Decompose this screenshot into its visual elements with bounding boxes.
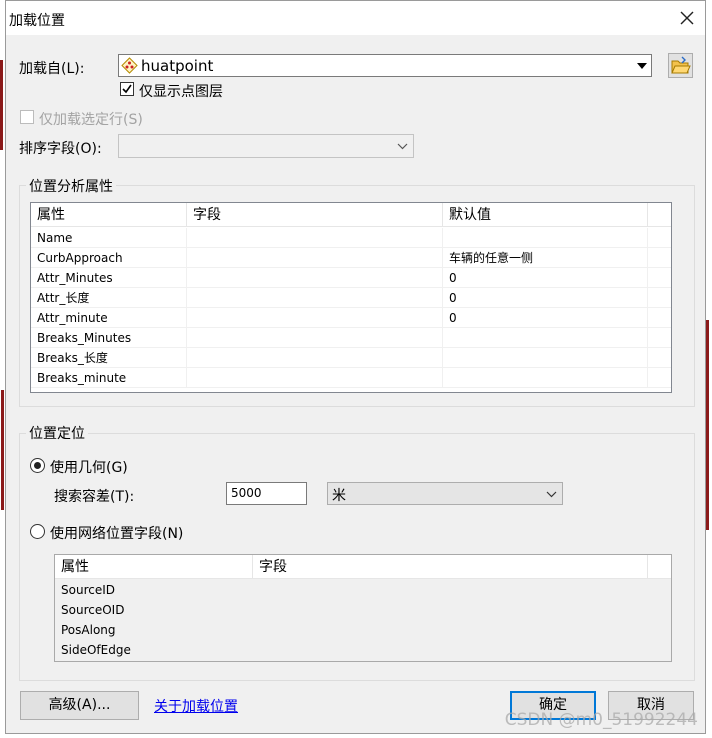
cell-field[interactable] <box>187 328 443 348</box>
use-network-label: 使用网络位置字段(N) <box>50 526 184 542</box>
table-row[interactable]: Name <box>31 228 671 248</box>
cell-property: CurbApproach <box>31 248 187 268</box>
cell-property: Attr_Minutes <box>31 268 187 288</box>
cell-default[interactable]: 0 <box>443 288 648 308</box>
cell-property: Breaks_长度 <box>31 348 187 368</box>
only-points-checkbox[interactable] <box>120 82 134 96</box>
load-from-label: 加载自(L): <box>19 61 85 77</box>
only-selected-checkbox[interactable] <box>20 110 34 124</box>
cell-field[interactable] <box>187 368 443 388</box>
location-position-title: 位置定位 <box>26 423 88 443</box>
dropdown-arrow-icon[interactable] <box>637 63 647 70</box>
cell-property: Attr_minute <box>31 308 187 328</box>
cell-field[interactable] <box>187 268 443 288</box>
table-row[interactable]: PosAlong <box>55 620 671 640</box>
title-bar: 加载位置 <box>6 1 705 35</box>
grid-header: 属性 字段 默认值 <box>31 203 671 227</box>
cell-default[interactable] <box>443 328 648 348</box>
point-layer-icon <box>121 57 138 74</box>
cell-property: Name <box>31 228 187 248</box>
cell-field[interactable] <box>253 640 648 660</box>
cell-property: SourceOID <box>61 603 125 617</box>
cell-field[interactable] <box>187 348 443 368</box>
table-row[interactable]: Attr_minute 0 <box>31 308 671 328</box>
column-header-property[interactable]: 属性 <box>55 555 253 579</box>
cell-default[interactable] <box>443 368 648 388</box>
only-selected-label: 仅加载选定行(S) <box>39 112 143 128</box>
sort-field-combo[interactable] <box>118 134 414 158</box>
use-network-radio[interactable] <box>30 524 45 539</box>
load-from-combo[interactable]: huatpoint <box>118 54 652 77</box>
about-load-locations-link[interactable]: 关于加载位置 <box>154 696 238 716</box>
sort-field-label: 排序字段(O): <box>19 141 102 157</box>
cell-default[interactable] <box>443 228 648 248</box>
load-locations-dialog: 加载位置 加载自(L): huatpoint 仅显示点图层 仅加载选定行(S) … <box>5 0 706 734</box>
table-row[interactable]: SourceOID <box>55 600 671 620</box>
cell-property: PosAlong <box>61 623 116 637</box>
cell-field[interactable] <box>253 600 648 620</box>
column-header-field[interactable]: 字段 <box>253 555 648 579</box>
cell-field[interactable] <box>253 620 648 640</box>
chevron-down-icon <box>546 491 557 498</box>
search-tolerance-input[interactable]: 5000 <box>226 482 307 505</box>
use-geometry-label: 使用几何(G) <box>50 460 128 476</box>
cell-default[interactable]: 车辆的任意一侧 <box>443 248 648 268</box>
cell-field[interactable] <box>253 580 648 600</box>
network-fields-grid[interactable]: 属性 字段 SourceID SourceOID PosAlong SideOfEdg… <box>54 554 672 662</box>
search-tolerance-label: 搜索容差(T): <box>54 489 135 505</box>
cell-field[interactable] <box>187 308 443 328</box>
cell-default[interactable]: 0 <box>443 268 648 288</box>
table-row[interactable]: SideOfEdge <box>55 640 671 660</box>
location-properties-grid[interactable]: 属性 字段 默认值 Name CurbApproach 车辆的任意一侧 Attr_Mi… <box>30 202 672 393</box>
column-header-property[interactable]: 属性 <box>31 203 187 227</box>
cell-property: SourceID <box>61 583 115 597</box>
dialog-title: 加载位置 <box>9 13 65 29</box>
location-properties-title: 位置分析属性 <box>26 176 116 196</box>
table-row[interactable]: Attr_长度 0 <box>31 288 671 308</box>
only-points-label: 仅显示点图层 <box>139 84 223 100</box>
table-row[interactable]: Breaks_长度 <box>31 348 671 368</box>
grid-header: 属性 字段 <box>55 555 671 579</box>
background-map-line <box>1 390 4 510</box>
load-from-value: huatpoint <box>141 57 214 75</box>
cell-field[interactable] <box>187 248 443 268</box>
chevron-down-icon <box>397 143 408 150</box>
table-row[interactable]: CurbApproach 车辆的任意一侧 <box>31 248 671 268</box>
search-tolerance-value: 5000 <box>231 486 262 500</box>
table-row[interactable]: Breaks_Minutes <box>31 328 671 348</box>
table-row[interactable]: Breaks_minute <box>31 368 671 388</box>
table-row[interactable]: Attr_Minutes 0 <box>31 268 671 288</box>
cell-property: Breaks_minute <box>31 368 187 388</box>
browse-button[interactable] <box>668 53 693 78</box>
cell-property: Attr_长度 <box>31 288 187 308</box>
table-row[interactable]: SourceID <box>55 580 671 600</box>
cell-field[interactable] <box>187 288 443 308</box>
column-header-default[interactable]: 默认值 <box>443 203 648 227</box>
watermark: CSDN @m0_51992244 <box>504 710 698 730</box>
cell-property: SideOfEdge <box>61 643 131 657</box>
cell-field[interactable] <box>187 228 443 248</box>
units-value: 米 <box>332 488 346 504</box>
use-geometry-radio[interactable] <box>30 458 45 473</box>
open-folder-icon <box>671 56 691 74</box>
cell-property: Breaks_Minutes <box>31 328 187 348</box>
background-map-line <box>0 60 3 150</box>
column-header-field[interactable]: 字段 <box>187 203 443 227</box>
advanced-button[interactable]: 高级(A)... <box>20 691 139 720</box>
checkmark-icon <box>122 84 132 94</box>
background-map-line <box>706 320 709 530</box>
close-icon[interactable] <box>677 8 697 28</box>
units-combo[interactable]: 米 <box>327 482 563 505</box>
cell-default[interactable]: 0 <box>443 308 648 328</box>
cell-default[interactable] <box>443 348 648 368</box>
